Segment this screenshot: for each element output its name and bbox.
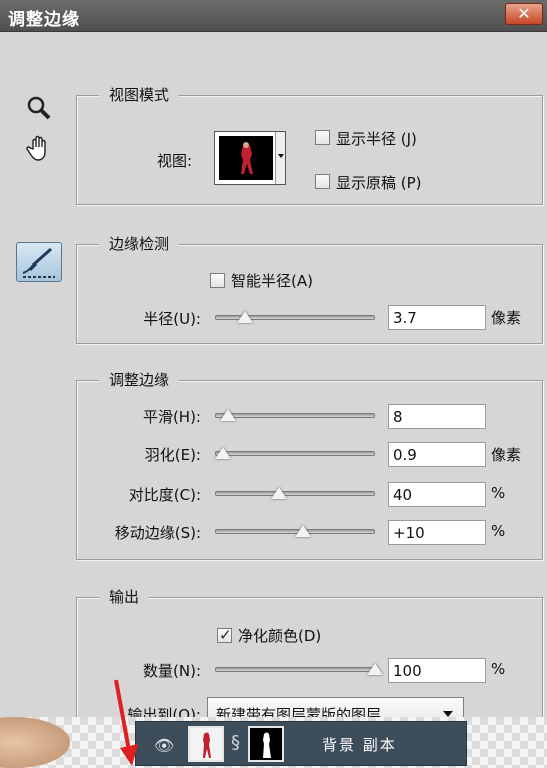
contrast-slider-thumb[interactable] [271,487,287,499]
view-thumbnail [219,136,273,180]
show-radius-checkbox[interactable] [315,130,330,145]
feather-input[interactable]: 0.9 [388,442,486,467]
adjust-edge-group: 调整边缘 平滑(H): 8 羽化(E): 0.9 像素 对比度(C): 40 %… [76,369,543,560]
smooth-label: 平滑(H): [142,408,201,426]
finger-image [0,717,70,768]
view-mode-legend: 视图模式 [99,84,180,105]
amount-input[interactable]: 100 [388,658,486,683]
hand-icon[interactable] [24,133,54,163]
edge-detection-legend: 边缘检测 [99,233,180,254]
smooth-slider[interactable] [215,413,375,418]
decontaminate-colors-label: 净化颜色(D) [238,627,322,645]
radius-unit: 像素 [491,309,522,327]
smooth-slider-thumb[interactable] [220,409,236,421]
zoom-icon[interactable] [24,93,54,123]
refine-brush-icon [22,247,55,278]
refine-radius-tool-button[interactable] [16,242,62,282]
eye-icon[interactable]: 👁 [154,736,174,755]
feather-unit: 像素 [491,446,522,464]
show-original-checkbox[interactable] [315,174,330,189]
shift-edge-input[interactable]: +10 [388,520,486,545]
edge-detection-group: 边缘检测 智能半径(A) 半径(U): 3.7 像素 [76,233,543,344]
title-bar: 调整边缘 ✕ [0,0,547,32]
smart-radius-label: 智能半径(A) [231,272,313,290]
contrast-label: 对比度(C): [128,486,201,504]
radius-slider-thumb[interactable] [237,311,253,323]
amount-slider[interactable] [215,667,375,672]
layer-name[interactable]: 背景 副本 [322,734,397,755]
close-button[interactable]: ✕ [505,3,543,25]
arrow-annotation-icon [114,679,138,766]
view-label: 视图: [157,152,193,170]
feather-label: 羽化(E): [144,446,201,464]
view-mode-group: 视图模式 视图: 显示半径 (J) 显示原稿 (P) [76,84,543,205]
show-radius-label: 显示半径 (J) [336,130,417,148]
window-title: 调整边缘 [8,10,80,30]
adjust-edge-legend: 调整边缘 [99,369,180,390]
show-original-label: 显示原稿 (P) [336,174,422,192]
amount-slider-thumb[interactable] [367,663,383,675]
smart-radius-checkbox[interactable] [210,273,225,288]
feather-slider[interactable] [215,451,375,456]
shift-edge-label: 移动边缘(S): [114,524,201,542]
smooth-input[interactable]: 8 [388,404,486,429]
layer-thumbnail[interactable] [188,726,224,762]
contrast-unit: % [491,484,506,502]
decontaminate-colors-checkbox[interactable] [217,626,232,644]
output-legend: 输出 [99,586,150,607]
layer-mask-thumbnail[interactable] [248,726,284,762]
dialog-body: 视图模式 视图: 显示半径 (J) 显示原稿 (P) 边缘检测 智能半径(A) … [0,33,547,743]
contrast-input[interactable]: 40 [388,482,486,507]
view-selector[interactable] [214,131,286,185]
feather-slider-thumb[interactable] [215,447,231,459]
link-icon[interactable]: § [231,732,240,753]
shift-edge-slider-thumb[interactable] [295,525,311,537]
contrast-slider[interactable] [215,491,375,496]
layer-row[interactable]: 👁 § 背景 副本 [135,721,467,766]
amount-unit: % [491,660,506,678]
radius-input[interactable]: 3.7 [388,305,486,330]
radius-label: 半径(U): [143,310,201,328]
chevron-down-icon[interactable] [275,132,285,184]
layers-strip: 👁 § 背景 副本 [0,717,547,768]
shift-edge-unit: % [491,522,506,540]
